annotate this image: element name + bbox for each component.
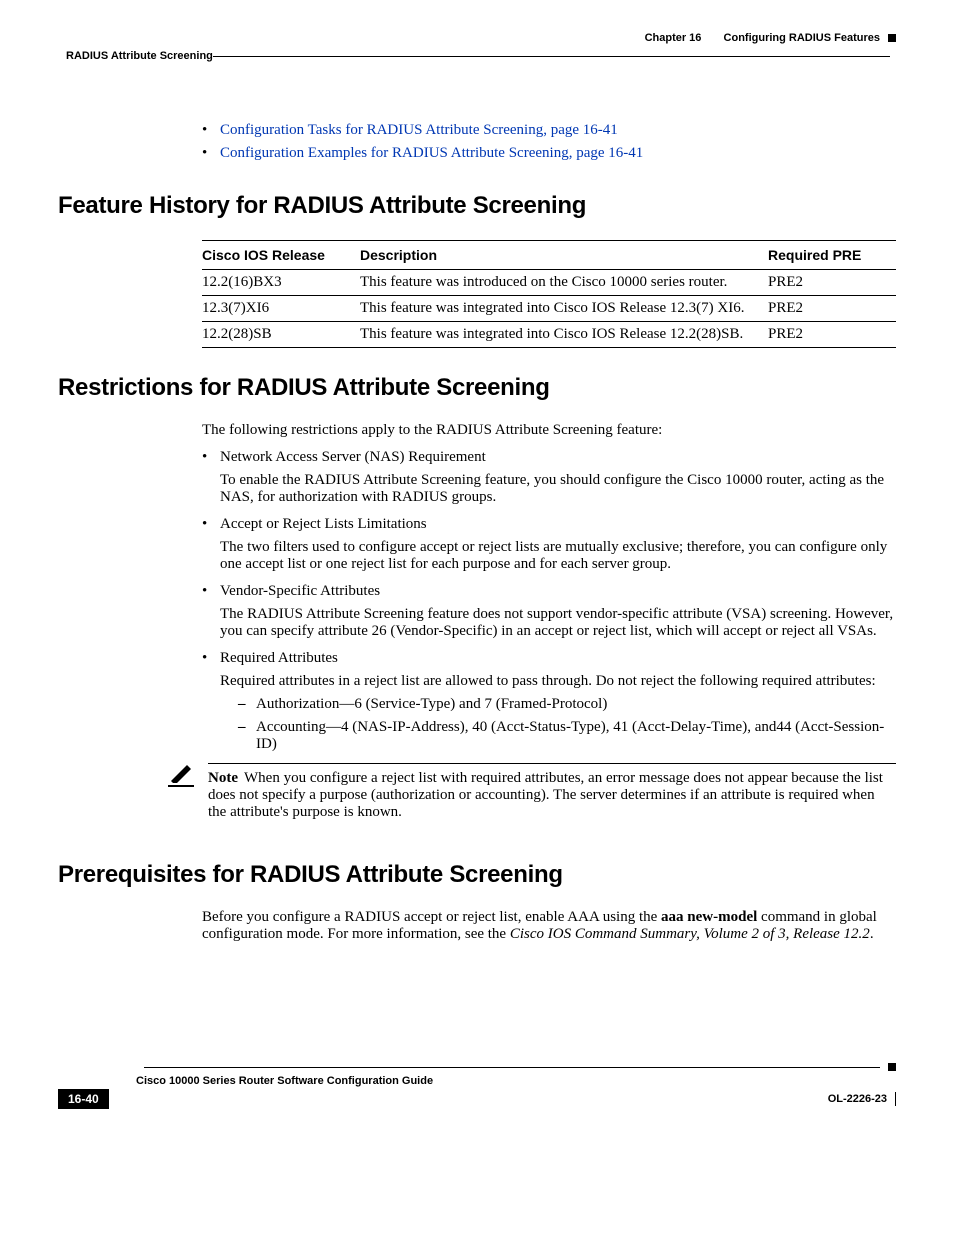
note-pencil-icon: [168, 763, 194, 821]
cell-release: 12.3(7)XI6: [202, 296, 360, 322]
prereq-text: .: [870, 926, 874, 942]
prereq-command: aaa new-model: [661, 909, 757, 925]
cell-release: 12.2(28)SB: [202, 322, 360, 348]
header-row2: RADIUS Attribute Screening: [58, 50, 896, 62]
section-heading-feature-history: Feature History for RADIUS Attribute Scr…: [58, 192, 896, 220]
feature-history-table: Cisco IOS Release Description Required P…: [202, 240, 896, 348]
page-number-badge: 16-40: [58, 1089, 109, 1109]
cell-pre: PRE2: [768, 296, 896, 322]
restriction-head: Required Attributes: [220, 650, 338, 666]
page: Chapter 16 Configuring RADIUS Features R…: [0, 0, 954, 1129]
table-row: 12.3(7)XI6 This feature was integrated i…: [202, 296, 896, 322]
note-text: When you configure a reject list with re…: [208, 770, 883, 820]
restriction-body: Required attributes in a reject list are…: [220, 673, 896, 690]
section-heading-prerequisites: Prerequisites for RADIUS Attribute Scree…: [58, 861, 896, 889]
footer-marker: [888, 1063, 896, 1071]
breadcrumb: RADIUS Attribute Screening: [66, 50, 213, 62]
table-row: 12.2(16)BX3 This feature was introduced …: [202, 270, 896, 296]
toc-link[interactable]: Configuration Examples for RADIUS Attrib…: [220, 145, 643, 161]
note-label: Note: [208, 770, 238, 786]
page-footer: Cisco 10000 Series Router Software Confi…: [58, 1063, 896, 1109]
cell-desc: This feature was integrated into Cisco I…: [360, 322, 768, 348]
page-header: Chapter 16 Configuring RADIUS Features: [58, 32, 896, 44]
restriction-body: To enable the RADIUS Attribute Screening…: [220, 472, 896, 506]
restriction-body: The RADIUS Attribute Screening feature d…: [220, 606, 896, 640]
prereq-reference: Cisco IOS Command Summary, Volume 2 of 3…: [510, 926, 870, 942]
section-heading-restrictions: Restrictions for RADIUS Attribute Screen…: [58, 374, 896, 402]
toc-link[interactable]: Configuration Tasks for RADIUS Attribute…: [220, 122, 618, 138]
th-description: Description: [360, 241, 768, 270]
toc-links-block: Configuration Tasks for RADIUS Attribute…: [202, 122, 896, 162]
cell-desc: This feature was introduced on the Cisco…: [360, 270, 768, 296]
chapter-title: Configuring RADIUS Features: [724, 32, 880, 44]
cell-release: 12.2(16)BX3: [202, 270, 360, 296]
restrictions-list: Network Access Server (NAS) Requirement …: [202, 449, 896, 753]
cell-pre: PRE2: [768, 322, 896, 348]
restriction-head: Network Access Server (NAS) Requirement: [220, 449, 486, 465]
restriction-head: Accept or Reject Lists Limitations: [220, 516, 427, 532]
footer-book-title: Cisco 10000 Series Router Software Confi…: [136, 1075, 896, 1087]
table-row: 12.2(28)SB This feature was integrated i…: [202, 322, 896, 348]
restriction-sub: Accounting—4 (NAS-IP-Address), 40 (Acct-…: [238, 719, 896, 753]
th-required-pre: Required PRE: [768, 241, 896, 270]
prereq-paragraph: Before you configure a RADIUS accept or …: [202, 909, 896, 943]
restriction-head: Vendor-Specific Attributes: [220, 583, 380, 599]
note-block: NoteWhen you configure a reject list wit…: [168, 763, 896, 821]
cell-desc: This feature was integrated into Cisco I…: [360, 296, 768, 322]
cell-pre: PRE2: [768, 270, 896, 296]
restriction-body: The two filters used to configure accept…: [220, 539, 896, 573]
doc-id: OL-2226-23: [828, 1093, 887, 1105]
prereq-text: Before you configure a RADIUS accept or …: [202, 909, 661, 925]
chapter-label: Chapter 16: [645, 32, 702, 44]
restriction-sub: Authorization—6 (Service-Type) and 7 (Fr…: [238, 696, 896, 713]
restrictions-intro: The following restrictions apply to the …: [202, 422, 896, 439]
header-marker: [888, 34, 896, 42]
th-release: Cisco IOS Release: [202, 241, 360, 270]
